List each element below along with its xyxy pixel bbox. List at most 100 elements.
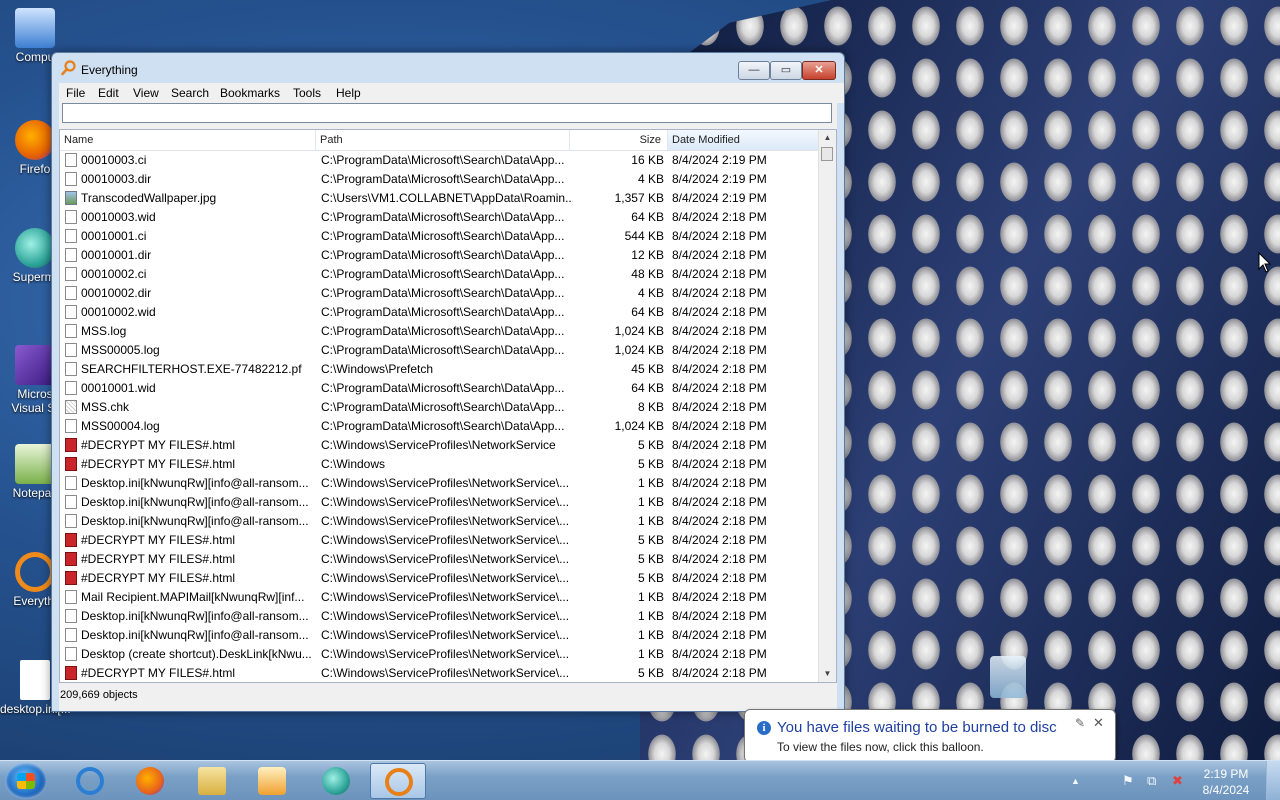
scroll-thumb[interactable] bbox=[821, 147, 833, 161]
table-row[interactable]: 00010003.wid C:\ProgramData\Microsoft\Sea… bbox=[60, 208, 820, 227]
column-name[interactable]: Name bbox=[60, 130, 316, 150]
taskbar-everything[interactable] bbox=[370, 763, 426, 799]
file-icon bbox=[65, 628, 77, 642]
table-row[interactable]: 00010002.dir C:\ProgramData\Microsoft\Sea… bbox=[60, 284, 820, 303]
table-row[interactable]: 00010002.wid C:\ProgramData\Microsoft\Sea… bbox=[60, 303, 820, 322]
table-row[interactable]: Desktop.ini[kNwunqRw][info@all-ransom...… bbox=[60, 626, 820, 645]
table-row[interactable]: #DECRYPT MY FILES#.html C:\Windows\Servic… bbox=[60, 436, 820, 455]
result-rows: 00010003.ci C:\ProgramData\Microsoft\Sear… bbox=[60, 151, 820, 682]
table-row[interactable]: 00010001.wid C:\ProgramData\Microsoft\Sea… bbox=[60, 379, 820, 398]
cell-path: C:\Users\VM1.COLLABNET\AppData\Roamin... bbox=[321, 191, 573, 205]
table-row[interactable]: SEARCHFILTERHOST.EXE-77482212.pf C:\Windo… bbox=[60, 360, 820, 379]
firefox-icon bbox=[15, 120, 55, 160]
clock-time[interactable]: 2:19 PM bbox=[1196, 767, 1256, 781]
table-row[interactable]: 00010003.ci C:\ProgramData\Microsoft\Sear… bbox=[60, 151, 820, 170]
table-row[interactable]: #DECRYPT MY FILES#.html C:\Windows\Servic… bbox=[60, 664, 820, 682]
table-row[interactable]: 00010001.ci C:\ProgramData\Microsoft\Sear… bbox=[60, 227, 820, 246]
column-date-modified[interactable]: Date Modified bbox=[668, 130, 820, 150]
maximize-button[interactable]: ▭ bbox=[770, 61, 802, 80]
table-row[interactable]: Desktop.ini[kNwunqRw][info@all-ransom...… bbox=[60, 474, 820, 493]
cell-size: 1,024 KB bbox=[614, 343, 664, 357]
cell-path: C:\ProgramData\Microsoft\Search\Data\App… bbox=[321, 153, 565, 167]
cell-path: C:\ProgramData\Microsoft\Search\Data\App… bbox=[321, 305, 565, 319]
table-row[interactable]: Desktop (create shortcut).DeskLink[kNwu.… bbox=[60, 645, 820, 664]
cell-name: SEARCHFILTERHOST.EXE-77482212.pf bbox=[81, 362, 302, 376]
notepad-icon bbox=[15, 444, 55, 484]
search-input[interactable] bbox=[62, 103, 832, 123]
cell-name: #DECRYPT MY FILES#.html bbox=[81, 533, 236, 547]
cell-size: 1 KB bbox=[637, 514, 664, 528]
cell-path: C:\Windows\ServiceProfiles\NetworkServic… bbox=[321, 628, 570, 642]
file-icon bbox=[65, 286, 77, 300]
file-icon bbox=[65, 153, 77, 167]
cell-date-modified: 8/4/2024 2:18 PM bbox=[672, 381, 767, 395]
file-icon bbox=[65, 305, 77, 319]
file-icon bbox=[65, 267, 77, 281]
menu-help[interactable]: Help bbox=[336, 86, 361, 100]
cell-date-modified: 8/4/2024 2:18 PM bbox=[672, 590, 767, 604]
volume-muted-icon[interactable]: ✖ bbox=[1172, 773, 1183, 789]
scroll-up-icon[interactable]: ▲ bbox=[819, 130, 836, 146]
table-row[interactable]: #DECRYPT MY FILES#.html C:\Windows 5 KB 8/4… bbox=[60, 455, 820, 474]
cell-name: #DECRYPT MY FILES#.html bbox=[81, 438, 236, 452]
pin-icon[interactable]: ✎ bbox=[1075, 716, 1085, 730]
table-row[interactable]: MSS.log C:\ProgramData\Microsoft\Search\D… bbox=[60, 322, 820, 341]
cell-path: C:\ProgramData\Microsoft\Search\Data\App… bbox=[321, 210, 565, 224]
table-row[interactable]: Desktop.ini[kNwunqRw][info@all-ransom...… bbox=[60, 512, 820, 531]
close-button[interactable]: ✕ bbox=[802, 61, 836, 80]
table-row[interactable]: 00010003.dir C:\ProgramData\Microsoft\Sea… bbox=[60, 170, 820, 189]
taskbar-firefox[interactable] bbox=[122, 763, 178, 799]
menu-search[interactable]: Search bbox=[171, 86, 209, 100]
cell-path: C:\ProgramData\Microsoft\Search\Data\App… bbox=[321, 400, 565, 414]
action-center-flag-icon[interactable]: ⚑ bbox=[1122, 773, 1134, 789]
table-row[interactable]: MSS00005.log C:\ProgramData\Microsoft\Sea… bbox=[60, 341, 820, 360]
menu-view[interactable]: View bbox=[133, 86, 159, 100]
balloon-title: You have files waiting to be burned to d… bbox=[777, 719, 1057, 736]
everything-window: Everything — ▭ ✕ File Edit View Search B… bbox=[51, 52, 845, 712]
cell-date-modified: 8/4/2024 2:18 PM bbox=[672, 324, 767, 338]
menu-edit[interactable]: Edit bbox=[98, 86, 119, 100]
cell-name: Desktop.ini[kNwunqRw][info@all-ransom... bbox=[81, 476, 309, 490]
clock-date[interactable]: 8/4/2024 bbox=[1196, 783, 1256, 797]
recycle-bin-icon[interactable] bbox=[990, 656, 1026, 698]
cell-date-modified: 8/4/2024 2:18 PM bbox=[672, 419, 767, 433]
vertical-scrollbar[interactable]: ▲ ▼ bbox=[818, 130, 836, 682]
taskbar-file-explorer[interactable] bbox=[184, 763, 240, 799]
taskbar-supermium[interactable] bbox=[308, 763, 364, 799]
table-row[interactable]: MSS00004.log C:\ProgramData\Microsoft\Sea… bbox=[60, 417, 820, 436]
table-row[interactable]: Desktop.ini[kNwunqRw][info@all-ransom...… bbox=[60, 493, 820, 512]
table-row[interactable]: MSS.chk C:\ProgramData\Microsoft\Search\D… bbox=[60, 398, 820, 417]
column-path[interactable]: Path bbox=[316, 130, 570, 150]
window-title: Everything bbox=[81, 63, 138, 77]
results-list[interactable]: Name Path Size Date Modified 00010003.ci… bbox=[59, 129, 837, 683]
cell-size: 64 KB bbox=[631, 210, 664, 224]
minimize-button[interactable]: — bbox=[738, 61, 770, 80]
menu-file[interactable]: File bbox=[66, 86, 85, 100]
cell-name: MSS.chk bbox=[81, 400, 130, 414]
menu-tools[interactable]: Tools bbox=[293, 86, 321, 100]
menu-bookmarks[interactable]: Bookmarks bbox=[220, 86, 280, 100]
table-row[interactable]: 00010001.dir C:\ProgramData\Microsoft\Sea… bbox=[60, 246, 820, 265]
show-desktop-button[interactable] bbox=[1266, 761, 1280, 800]
table-row[interactable]: 00010002.ci C:\ProgramData\Microsoft\Sear… bbox=[60, 265, 820, 284]
table-row[interactable]: #DECRYPT MY FILES#.html C:\Windows\Servic… bbox=[60, 550, 820, 569]
title-bar[interactable]: Everything — ▭ ✕ bbox=[52, 53, 844, 83]
cell-path: C:\ProgramData\Microsoft\Search\Data\App… bbox=[321, 419, 565, 433]
column-header: Name Path Size Date Modified bbox=[60, 130, 820, 151]
show-hidden-icons-icon[interactable]: ▲ bbox=[1071, 776, 1080, 786]
notification-balloon[interactable]: i You have files waiting to be burned to… bbox=[744, 709, 1116, 763]
table-row[interactable]: #DECRYPT MY FILES#.html C:\Windows\Servic… bbox=[60, 531, 820, 550]
table-row[interactable]: Mail Recipient.MAPIMail[kNwunqRw][inf...… bbox=[60, 588, 820, 607]
network-icon[interactable]: ⧉ bbox=[1147, 773, 1156, 789]
image-file-icon bbox=[65, 191, 77, 205]
table-row[interactable]: TranscodedWallpaper.jpg C:\Users\VM1.COLL… bbox=[60, 189, 820, 208]
scroll-down-icon[interactable]: ▼ bbox=[819, 666, 836, 682]
table-row[interactable]: #DECRYPT MY FILES#.html C:\Windows\Servic… bbox=[60, 569, 820, 588]
cell-name: Mail Recipient.MAPIMail[kNwunqRw][inf... bbox=[81, 590, 305, 604]
taskbar-internet-explorer[interactable] bbox=[62, 763, 118, 799]
taskbar-media-player[interactable] bbox=[244, 763, 300, 799]
table-row[interactable]: Desktop.ini[kNwunqRw][info@all-ransom...… bbox=[60, 607, 820, 626]
balloon-close-button[interactable]: ✕ bbox=[1093, 715, 1104, 731]
column-size[interactable]: Size bbox=[570, 130, 668, 150]
start-button[interactable] bbox=[5, 763, 47, 799]
